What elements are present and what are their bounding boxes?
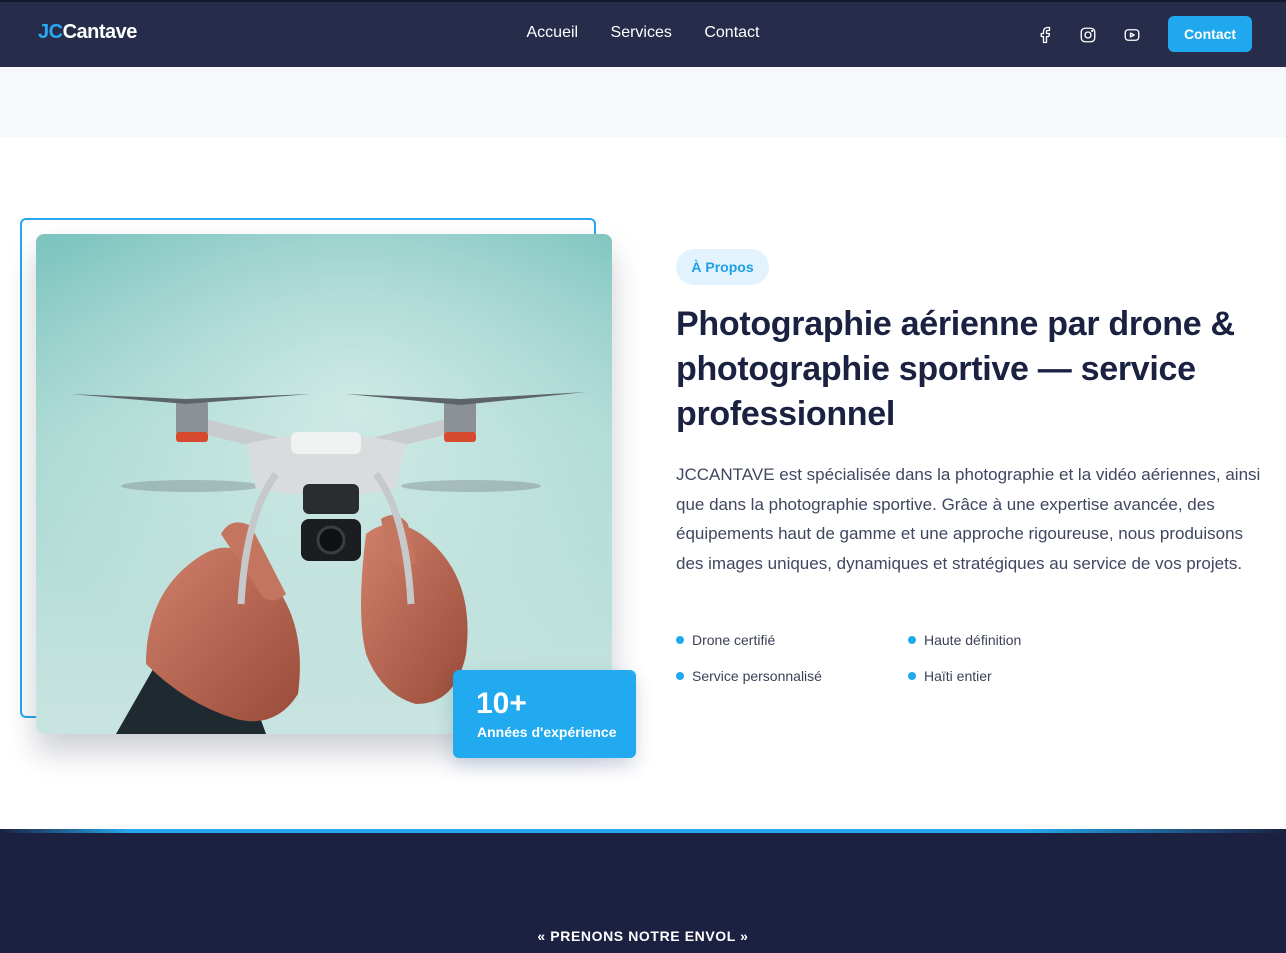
facebook-icon[interactable] (1036, 26, 1054, 44)
instagram-icon[interactable] (1079, 26, 1097, 44)
bullet-dot (676, 672, 684, 680)
navbar: JCCantave Accueil Services Contact Conta… (0, 0, 1286, 67)
nav-link-services[interactable]: Services (611, 24, 672, 42)
experience-label: Années d'expérience (477, 724, 617, 740)
drone-photo (36, 234, 612, 734)
bullet-dot (908, 672, 916, 680)
youtube-icon[interactable] (1123, 26, 1141, 44)
experience-value: 10+ (476, 687, 527, 720)
brand-logo[interactable]: JCCantave (38, 21, 137, 44)
hero-bottom-strip (0, 67, 1286, 137)
accent-divider (0, 829, 1286, 833)
nav-link-accueil[interactable]: Accueil (527, 24, 579, 42)
cta-tagline: « PRENONS NOTRE ENVOL » (537, 928, 749, 944)
contact-button[interactable]: Contact (1168, 16, 1252, 52)
section-badge: À Propos (676, 249, 769, 285)
nav-link-contact[interactable]: Contact (704, 24, 759, 42)
about-title: Photographie aérienne par drone & photog… (676, 305, 1235, 433)
experience-card: 10+ Années d'expérience (453, 670, 636, 758)
about-description: JCCANTAVE est spécialisée dans la photog… (676, 465, 1261, 573)
bullet-dot (676, 636, 684, 644)
bullet-dot (908, 636, 916, 644)
cta-section: « PRENONS NOTRE ENVOL » (0, 829, 1286, 953)
